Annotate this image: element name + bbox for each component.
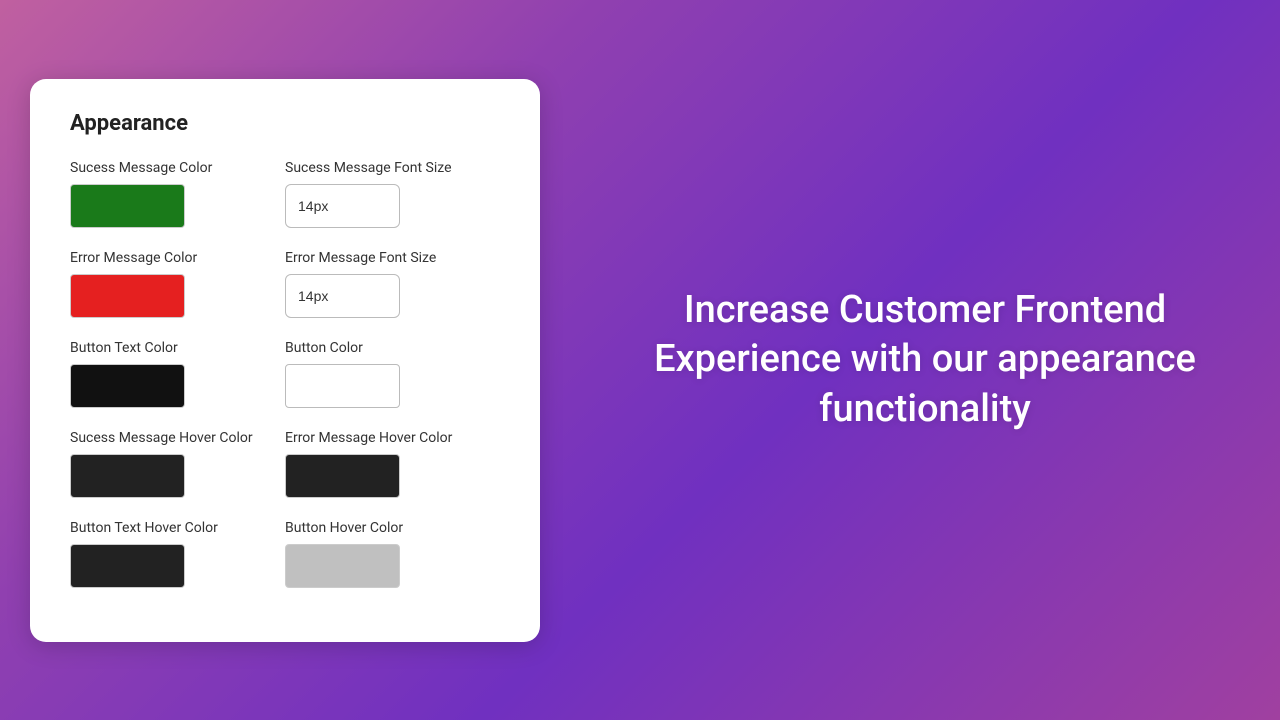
- button-text-color-label: Button Text Color: [70, 340, 285, 356]
- button-hover-color-label: Button Hover Color: [285, 520, 500, 536]
- field-group-success-font-size: Sucess Message Font Size: [285, 160, 500, 228]
- error-font-size-label: Error Message Font Size: [285, 250, 500, 266]
- error-font-size-input[interactable]: [285, 274, 400, 318]
- success-font-size-label: Sucess Message Font Size: [285, 160, 500, 176]
- error-color-swatch[interactable]: [70, 274, 185, 318]
- promo-text: Increase Customer Frontend Experience wi…: [654, 286, 1196, 434]
- success-color-swatch[interactable]: [70, 184, 185, 228]
- button-text-hover-color-label: Button Text Hover Color: [70, 520, 285, 536]
- success-hover-color-label: Sucess Message Hover Color: [70, 430, 285, 446]
- success-color-label: Sucess Message Color: [70, 160, 285, 176]
- fields-grid: Sucess Message Color Sucess Message Font…: [70, 160, 500, 610]
- field-group-error-font-size: Error Message Font Size: [285, 250, 500, 318]
- field-group-success-hover-color: Sucess Message Hover Color: [70, 430, 285, 498]
- button-hover-color-swatch[interactable]: [285, 544, 400, 588]
- field-group-button-text-color: Button Text Color: [70, 340, 285, 408]
- field-group-error-color: Error Message Color: [70, 250, 285, 318]
- error-color-label: Error Message Color: [70, 250, 285, 266]
- left-panel: Appearance Sucess Message Color Sucess M…: [0, 0, 570, 720]
- button-text-color-swatch[interactable]: [70, 364, 185, 408]
- error-hover-color-swatch[interactable]: [285, 454, 400, 498]
- card-title: Appearance: [70, 111, 500, 136]
- appearance-card: Appearance Sucess Message Color Sucess M…: [30, 79, 540, 642]
- field-group-button-hover-color: Button Hover Color: [285, 520, 500, 588]
- promo-line2: Experience with our appearance: [654, 337, 1196, 381]
- field-group-button-color: Button Color: [285, 340, 500, 408]
- field-group-error-hover-color: Error Message Hover Color: [285, 430, 500, 498]
- success-hover-color-swatch[interactable]: [70, 454, 185, 498]
- promo-line3: functionality: [819, 387, 1031, 431]
- promo-line1: Increase Customer Frontend: [684, 288, 1166, 332]
- field-group-success-color: Sucess Message Color: [70, 160, 285, 228]
- error-hover-color-label: Error Message Hover Color: [285, 430, 500, 446]
- button-color-swatch[interactable]: [285, 364, 400, 408]
- right-panel: Increase Customer Frontend Experience wi…: [570, 246, 1280, 474]
- field-group-button-text-hover-color: Button Text Hover Color: [70, 520, 285, 588]
- success-font-size-input[interactable]: [285, 184, 400, 228]
- button-text-hover-color-swatch[interactable]: [70, 544, 185, 588]
- button-color-label: Button Color: [285, 340, 500, 356]
